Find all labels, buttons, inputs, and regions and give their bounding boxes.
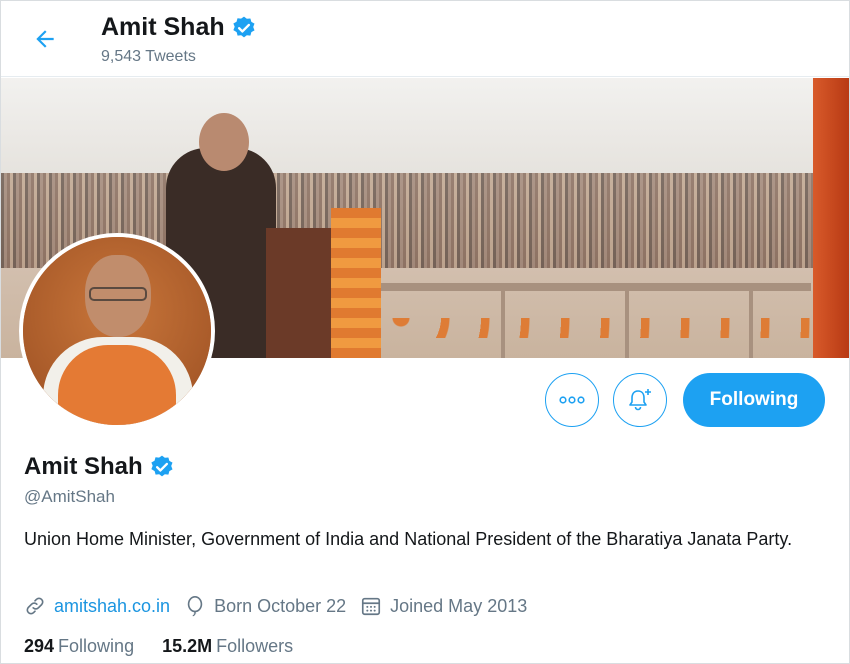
birthday-text: Born October 22 bbox=[214, 595, 347, 616]
verified-badge-icon bbox=[151, 455, 173, 477]
following-button[interactable]: Following bbox=[683, 373, 825, 427]
more-icon bbox=[559, 396, 585, 404]
website-item: amitshah.co.in bbox=[24, 595, 170, 617]
followers-count: 15.2M bbox=[162, 636, 213, 656]
banner-speaker-head bbox=[199, 113, 249, 171]
link-icon bbox=[26, 597, 44, 615]
calendar-icon bbox=[362, 597, 381, 616]
joined-item: Joined May 2013 bbox=[360, 595, 527, 617]
header-title: Amit Shah bbox=[101, 13, 257, 42]
back-button[interactable] bbox=[29, 23, 61, 55]
profile-handle: @AmitShah bbox=[24, 487, 115, 506]
banner-garland bbox=[381, 318, 811, 338]
back-arrow-icon bbox=[36, 30, 54, 48]
profile-meta: amitshah.co.in Born October 22 Joined Ma… bbox=[24, 595, 541, 617]
notification-bell-icon bbox=[629, 389, 651, 411]
followers-label: Followers bbox=[216, 636, 294, 656]
followers-stat[interactable]: 15.2M Followers bbox=[162, 636, 293, 657]
profile-header: Amit Shah 9,543 Tweets bbox=[1, 1, 849, 77]
profile-avatar[interactable] bbox=[19, 233, 215, 429]
joined-text: Joined May 2013 bbox=[390, 595, 528, 616]
profile-name: Amit Shah bbox=[24, 453, 175, 481]
profile-stats: 294 Following 15.2M Followers bbox=[24, 636, 321, 657]
birthday-item: Born October 22 bbox=[184, 595, 346, 617]
profile-page: Amit Shah 9,543 Tweets Following Amit Sh… bbox=[0, 0, 850, 664]
profile-name-text: Amit Shah bbox=[24, 453, 143, 480]
header-name: Amit Shah bbox=[101, 13, 225, 41]
verified-badge-icon bbox=[233, 16, 255, 37]
banner-sky bbox=[1, 78, 849, 173]
following-stat[interactable]: 294 Following bbox=[24, 636, 134, 657]
banner-curtain bbox=[813, 78, 849, 358]
notifications-button[interactable] bbox=[613, 373, 667, 427]
banner-flowers bbox=[331, 208, 381, 358]
tweet-count: 9,543 Tweets bbox=[101, 48, 196, 65]
balloon-icon bbox=[187, 596, 203, 617]
website-link[interactable]: amitshah.co.in bbox=[54, 596, 170, 617]
following-count: 294 bbox=[24, 636, 55, 656]
following-label: Following bbox=[58, 636, 135, 656]
profile-bio: Union Home Minister, Government of India… bbox=[24, 529, 793, 549]
more-button[interactable] bbox=[545, 373, 599, 427]
